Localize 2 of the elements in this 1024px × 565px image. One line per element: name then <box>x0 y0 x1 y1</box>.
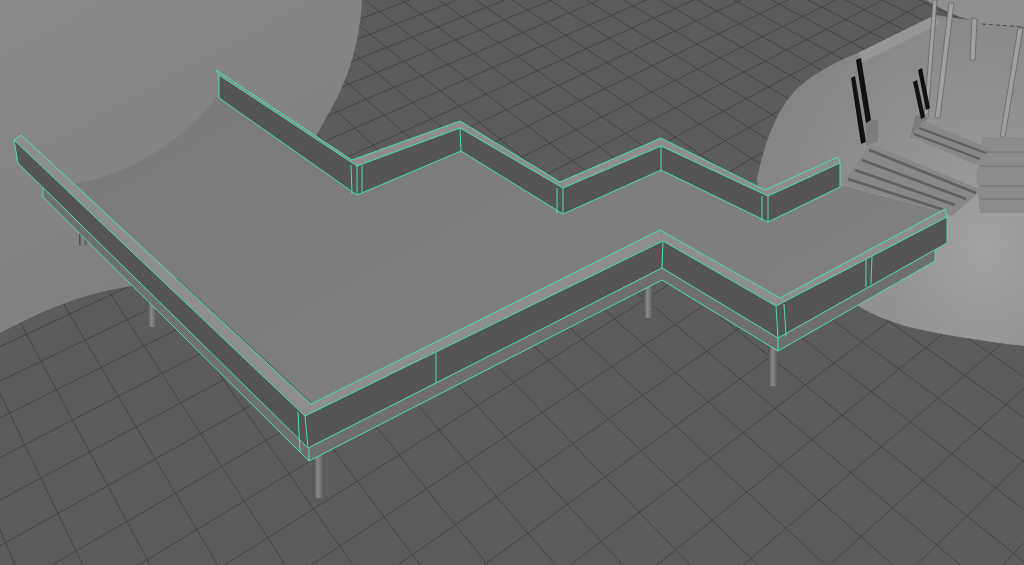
deck-post <box>313 455 324 498</box>
deck-post <box>768 343 778 386</box>
